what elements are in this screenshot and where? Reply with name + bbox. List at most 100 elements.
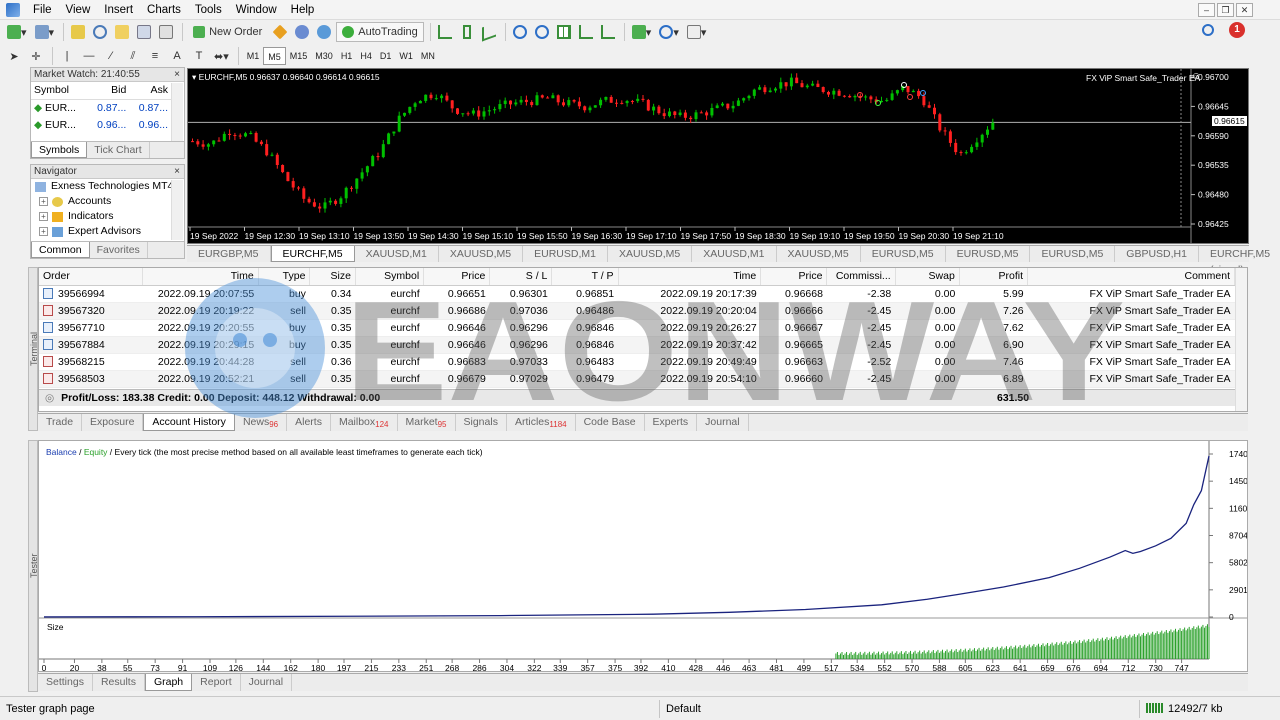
zoom-out-button[interactable]	[532, 22, 552, 42]
candlestick-chart[interactable]: 0.96700 0.96645 0.96590 0.96535 0.96480 0.964…	[188, 69, 1248, 243]
label-tool[interactable]: T	[189, 46, 209, 66]
periods-button[interactable]: ▾	[656, 22, 682, 42]
close-icon[interactable]: ×	[174, 165, 180, 179]
timeframe-m5[interactable]: M5	[263, 47, 286, 65]
navigator-item-account[interactable]: Exness Technologies MT4	[31, 179, 184, 194]
market-watch-scrollbar[interactable]	[171, 83, 183, 141]
text-tool[interactable]: A	[167, 46, 187, 66]
chart-tab[interactable]: EURCHF,M5 (visual)	[1199, 246, 1280, 276]
tester-tab[interactable]: Journal	[241, 674, 293, 691]
navigator-item-expert-advisors[interactable]: + Expert Advisors	[31, 224, 184, 239]
column-header[interactable]: Commissi...	[826, 268, 896, 286]
history-row[interactable]: 39568503 2022.09.19 20:52:21 sell 0.35 eurch…	[39, 370, 1235, 388]
terminal-tab[interactable]: Articles1184	[507, 414, 576, 431]
market-button[interactable]	[314, 22, 334, 42]
autoscroll-button[interactable]	[598, 22, 618, 42]
metaeditor-button[interactable]	[270, 22, 290, 42]
column-header[interactable]: Order	[39, 268, 143, 286]
terminal-tab[interactable]: Code Base	[576, 414, 645, 431]
chart-tab[interactable]: EURUSD,M5	[946, 246, 1031, 262]
menu-tools[interactable]: Tools	[188, 0, 229, 20]
timeframe-m1[interactable]: M1	[243, 47, 264, 65]
column-header[interactable]: Time	[618, 268, 762, 286]
tab-symbols[interactable]: Symbols	[31, 142, 88, 158]
terminal-tab[interactable]: Experts	[645, 414, 698, 431]
indicators-button[interactable]: ▾	[629, 22, 655, 42]
chart-tab[interactable]: EURGBP,M5	[187, 246, 271, 262]
profiles-button[interactable]: ▾	[32, 22, 58, 42]
autotrading-button[interactable]: AutoTrading	[336, 22, 424, 42]
templates-button[interactable]: ▾	[684, 22, 710, 42]
column-header[interactable]: Size	[309, 268, 356, 286]
history-row[interactable]: 39567710 2022.09.19 20:20:55 buy 0.35 eurchf…	[39, 319, 1235, 337]
tab-favorites[interactable]: Favorites	[90, 242, 148, 258]
navigator-scrollbar[interactable]	[171, 180, 183, 240]
fibonacci-tool[interactable]: ≡	[145, 46, 165, 66]
tab-tick-chart[interactable]: Tick Chart	[87, 142, 150, 158]
chart-tab[interactable]: EURCHF,M5	[270, 246, 355, 262]
chart-tab[interactable]: EURUSD,M1	[523, 246, 608, 262]
close-button[interactable]: ✕	[1236, 3, 1253, 17]
chart-tab[interactable]: XAUUSD,M1	[692, 246, 777, 262]
column-header[interactable]: Type	[258, 268, 311, 286]
terminal-toggle[interactable]	[134, 22, 154, 42]
terminal-tab[interactable]: Alerts	[287, 414, 331, 431]
chart-dropdown-icon[interactable]: ▾	[192, 72, 196, 82]
timeframe-d1[interactable]: D1	[376, 47, 396, 65]
column-header[interactable]: Profit	[959, 268, 1029, 286]
timeframe-h1[interactable]: H1	[337, 47, 357, 65]
menu-file[interactable]: File	[26, 0, 59, 20]
search-icon[interactable]	[1202, 24, 1214, 36]
market-watch-row[interactable]: ◆ EUR... 0.87... 0.87...	[31, 99, 171, 116]
timeframe-m15[interactable]: M15	[286, 47, 312, 65]
horizontal-line-tool[interactable]: —	[79, 46, 99, 66]
menu-help[interactable]: Help	[284, 0, 322, 20]
zoom-in-button[interactable]	[510, 22, 530, 42]
history-row[interactable]: 39566994 2022.09.19 20:07:55 buy 0.34 eurchf…	[39, 285, 1235, 303]
crosshair-tool[interactable]: ✛	[26, 46, 46, 66]
new-chart-button[interactable]: ▾	[4, 22, 30, 42]
signals-button[interactable]	[292, 22, 312, 42]
timeframe-h4[interactable]: H4	[356, 47, 376, 65]
timeframe-mn[interactable]: MN	[417, 47, 439, 65]
timeframe-w1[interactable]: W1	[395, 47, 417, 65]
terminal-tab[interactable]: Account History	[143, 414, 235, 431]
col-bid[interactable]: Bid	[87, 82, 130, 100]
navigator-item-indicators[interactable]: + Indicators	[31, 209, 184, 224]
chart-tab[interactable]: EURUSD,M5	[861, 246, 946, 262]
line-chart-button[interactable]	[479, 22, 499, 42]
column-header[interactable]: Time	[142, 268, 259, 286]
new-order-button[interactable]: New Order	[187, 22, 268, 42]
terminal-tab[interactable]: News96	[235, 414, 288, 431]
column-header[interactable]: T / P	[551, 268, 619, 286]
column-header[interactable]: Symbol	[355, 268, 425, 286]
menu-view[interactable]: View	[59, 0, 98, 20]
market-watch-row[interactable]: ◆ EUR... 0.96... 0.96...	[31, 116, 171, 133]
data-window-toggle[interactable]	[90, 22, 110, 42]
balance-graph[interactable]: 0 290134 580269 870403 1160538 1450672 1740806…	[39, 441, 1262, 673]
tab-common[interactable]: Common	[31, 242, 90, 258]
timeframe-m30[interactable]: M30	[311, 47, 337, 65]
terminal-scrollbar[interactable]	[1235, 268, 1247, 411]
chart-tab[interactable]: GBPUSD,H1	[1115, 246, 1199, 262]
navigator-toggle[interactable]	[112, 22, 132, 42]
cursor-tool[interactable]: ➤	[4, 46, 24, 66]
market-watch-toggle[interactable]	[68, 22, 88, 42]
notification-badge[interactable]: 1	[1229, 22, 1245, 38]
vertical-line-tool[interactable]: |	[57, 46, 77, 66]
column-header[interactable]: Price	[423, 268, 491, 286]
ea-smiley-icon[interactable]: ☺	[1191, 71, 1201, 82]
chart-tab[interactable]: XAUUSD,M5	[608, 246, 693, 262]
tester-tab[interactable]: Results	[93, 674, 145, 691]
close-icon[interactable]: ×	[174, 68, 180, 82]
terminal-tab[interactable]: Trade	[38, 414, 83, 431]
menu-insert[interactable]: Insert	[97, 0, 140, 20]
terminal-tab[interactable]: Journal	[697, 414, 749, 431]
terminal-tab[interactable]: Mailbox124	[331, 414, 398, 431]
terminal-tab[interactable]: Signals	[456, 414, 507, 431]
chart-tab[interactable]: XAUUSD,M1	[355, 246, 439, 262]
chart-tab[interactable]: XAUUSD,M5	[439, 246, 524, 262]
arrows-tool[interactable]: ⬌▾	[211, 46, 232, 66]
history-row[interactable]: 39568215 2022.09.19 20:44:28 sell 0.36 eurch…	[39, 353, 1235, 371]
col-ask[interactable]: Ask	[129, 82, 171, 100]
